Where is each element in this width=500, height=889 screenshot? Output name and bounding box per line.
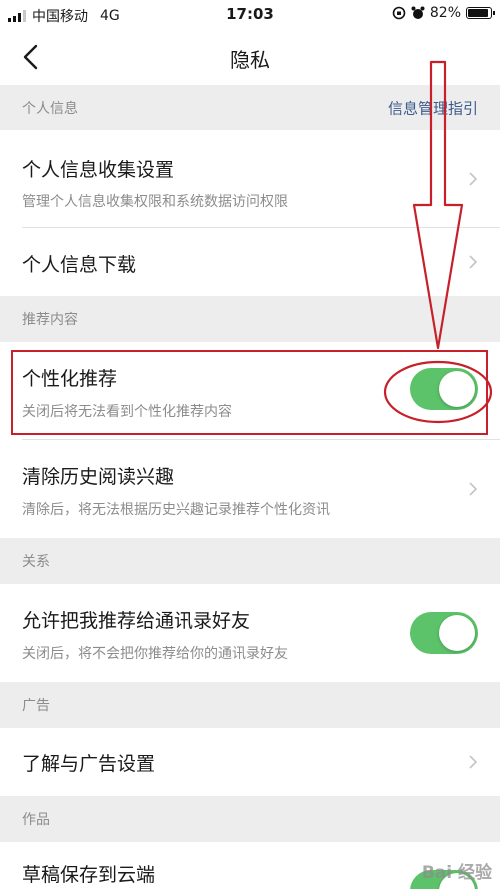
row-title: 允许把我推荐给通讯录好友 — [22, 610, 251, 632]
section-header-personal-info: 个人信息 信息管理指引 — [0, 85, 500, 130]
nav-bar: 隐私 — [0, 30, 500, 85]
section-label: 推荐内容 — [22, 312, 78, 328]
row-personal-info-download[interactable]: 个人信息下载 — [0, 228, 500, 296]
chevron-right-icon — [469, 755, 478, 769]
row-recommend-to-contacts: 允许把我推荐给通讯录好友 关闭后，将不会把你推荐给你的通讯录好友 — [0, 584, 500, 682]
row-ad-settings[interactable]: 了解与广告设置 — [0, 728, 500, 796]
row-personal-info-collection[interactable]: 个人信息收集设置 管理个人信息收集权限和系统数据访问权限 — [0, 130, 500, 228]
section-header-works: 作品 — [0, 796, 500, 842]
battery-percent: 82% — [429, 5, 461, 21]
battery-icon — [466, 7, 495, 19]
section-label: 关系 — [22, 554, 50, 570]
recommend-to-contacts-toggle[interactable] — [410, 612, 478, 654]
section-label: 广告 — [22, 698, 50, 714]
row-description: 管理个人信息收集权限和系统数据访问权限 — [22, 194, 288, 210]
page-title: 隐私 — [230, 48, 270, 72]
section-header-relation: 关系 — [0, 538, 500, 584]
row-title: 清除历史阅读兴趣 — [22, 466, 175, 488]
chevron-right-icon — [469, 255, 478, 269]
section-label: 作品 — [22, 812, 50, 828]
row-title: 草稿保存到云端 — [22, 864, 156, 886]
row-description: 关闭后，将不会把你推荐给你的通讯录好友 — [22, 646, 288, 662]
section-label: 个人信息 — [22, 100, 78, 117]
watermark: Bai 经验 — [421, 863, 492, 883]
row-title: 了解与广告设置 — [22, 753, 156, 775]
row-clear-history-interest[interactable]: 清除历史阅读兴趣 清除后，将无法根据历史兴趣记录推荐个性化资讯 — [0, 440, 500, 538]
status-bar: 中国移动 4G 17:03 82% — [0, 0, 500, 30]
chevron-right-icon — [469, 172, 478, 186]
row-title: 个人信息下载 — [22, 254, 137, 276]
section-header-ads: 广告 — [0, 682, 500, 728]
alarm-icon — [411, 6, 425, 19]
row-title: 个人信息收集设置 — [22, 159, 175, 181]
section-header-recommend: 推荐内容 — [0, 296, 500, 342]
toggle-knob — [439, 615, 475, 651]
rotation-lock-icon — [392, 6, 406, 20]
status-right: 82% — [392, 5, 495, 21]
info-management-guide-link[interactable]: 信息管理指引 — [388, 97, 478, 118]
chevron-right-icon — [469, 482, 478, 496]
row-description: 清除后，将无法根据历史兴趣记录推荐个性化资讯 — [22, 502, 330, 518]
annotation-highlight-box — [11, 350, 488, 435]
